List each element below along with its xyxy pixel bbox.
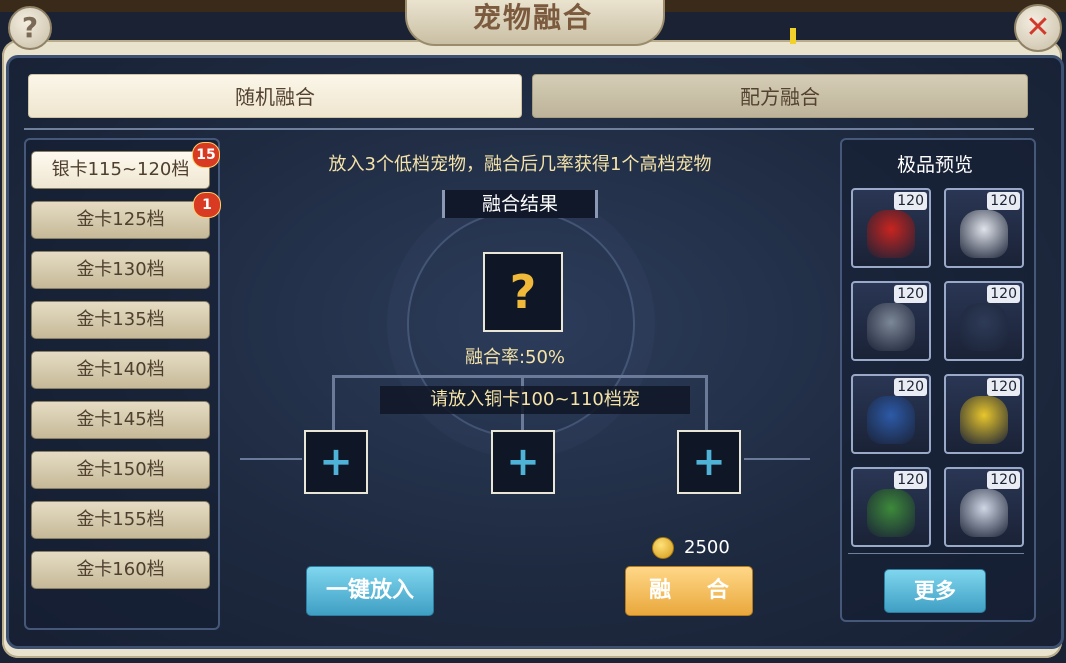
fusion-rate: 融合率:50% [464, 347, 566, 368]
pet-card[interactable]: 120 [851, 374, 931, 454]
pet-card[interactable]: 120 [944, 281, 1024, 361]
pet-card[interactable]: 120 [851, 281, 931, 361]
coin-icon [652, 537, 674, 559]
count-badge: 15 [192, 142, 220, 168]
pet-card[interactable]: 120 [851, 188, 931, 268]
plus-icon: + [692, 439, 726, 485]
pet-level: 120 [987, 471, 1020, 489]
cost-display: 2500 [652, 536, 730, 560]
plus-icon: + [319, 439, 353, 485]
pet-card[interactable]: 120 [944, 374, 1024, 454]
pet-slot-2[interactable]: + [491, 430, 555, 494]
wing-decoration [240, 458, 302, 460]
cost-value: 2500 [684, 537, 730, 558]
tier-button[interactable]: 金卡130档 [31, 251, 210, 289]
plus-icon: + [506, 439, 540, 485]
pet-portrait [867, 489, 915, 537]
tier-button[interactable]: 金卡155档 [31, 501, 210, 539]
pet-slot-1[interactable]: + [304, 430, 368, 494]
quick-fill-button[interactable]: 一键放入 [306, 566, 434, 616]
pet-portrait [960, 396, 1008, 444]
pet-portrait [960, 210, 1008, 258]
marker-icon [790, 28, 796, 44]
wing-decoration [744, 458, 810, 460]
pet-portrait [960, 303, 1008, 351]
pet-level: 120 [894, 192, 927, 210]
pet-level: 120 [894, 285, 927, 303]
tier-button[interactable]: 银卡115~120档 [31, 151, 210, 189]
connector-line [332, 375, 708, 378]
pet-level: 120 [987, 285, 1020, 303]
fuse-button[interactable]: 融 合 [625, 566, 753, 616]
tier-button[interactable]: 金卡160档 [31, 551, 210, 589]
pet-slot-3[interactable]: + [677, 430, 741, 494]
pet-portrait [867, 396, 915, 444]
connector-line [332, 375, 335, 430]
count-badge: 1 [193, 192, 221, 218]
pet-card[interactable]: 120 [944, 188, 1024, 268]
tier-button[interactable]: 金卡135档 [31, 301, 210, 339]
divider [24, 128, 1034, 130]
pet-card[interactable]: 120 [944, 467, 1024, 547]
preview-title: 极品预览 [896, 154, 973, 176]
close-button[interactable]: ✕ [1014, 4, 1062, 52]
pet-portrait [867, 210, 915, 258]
pet-portrait [867, 303, 915, 351]
tier-button[interactable]: 金卡150档 [31, 451, 210, 489]
connector-line [705, 375, 708, 430]
slot-hint: 请放入铜卡100~110档宠 [380, 386, 690, 414]
window-title: 宠物融合 [472, 1, 593, 34]
pet-level: 120 [987, 378, 1020, 396]
pet-portrait [960, 489, 1008, 537]
tab-random-fusion[interactable]: 随机融合 [28, 74, 522, 118]
divider [848, 553, 1024, 554]
pet-card[interactable]: 120 [851, 467, 931, 547]
result-slot: ? [483, 252, 563, 332]
tier-button[interactable]: 金卡140档 [31, 351, 210, 389]
result-label: 融合结果 [442, 190, 598, 218]
pet-level: 120 [894, 471, 927, 489]
pet-level: 120 [987, 192, 1020, 210]
tab-recipe-fusion[interactable]: 配方融合 [532, 74, 1028, 118]
fusion-description: 放入3个低档宠物，融合后几率获得1个高档宠物 [328, 154, 712, 175]
tier-button[interactable]: 金卡125档 [31, 201, 210, 239]
more-button[interactable]: 更多 [884, 569, 986, 613]
tier-button[interactable]: 金卡145档 [31, 401, 210, 439]
pet-level: 120 [894, 378, 927, 396]
help-button[interactable]: ? [8, 6, 52, 50]
